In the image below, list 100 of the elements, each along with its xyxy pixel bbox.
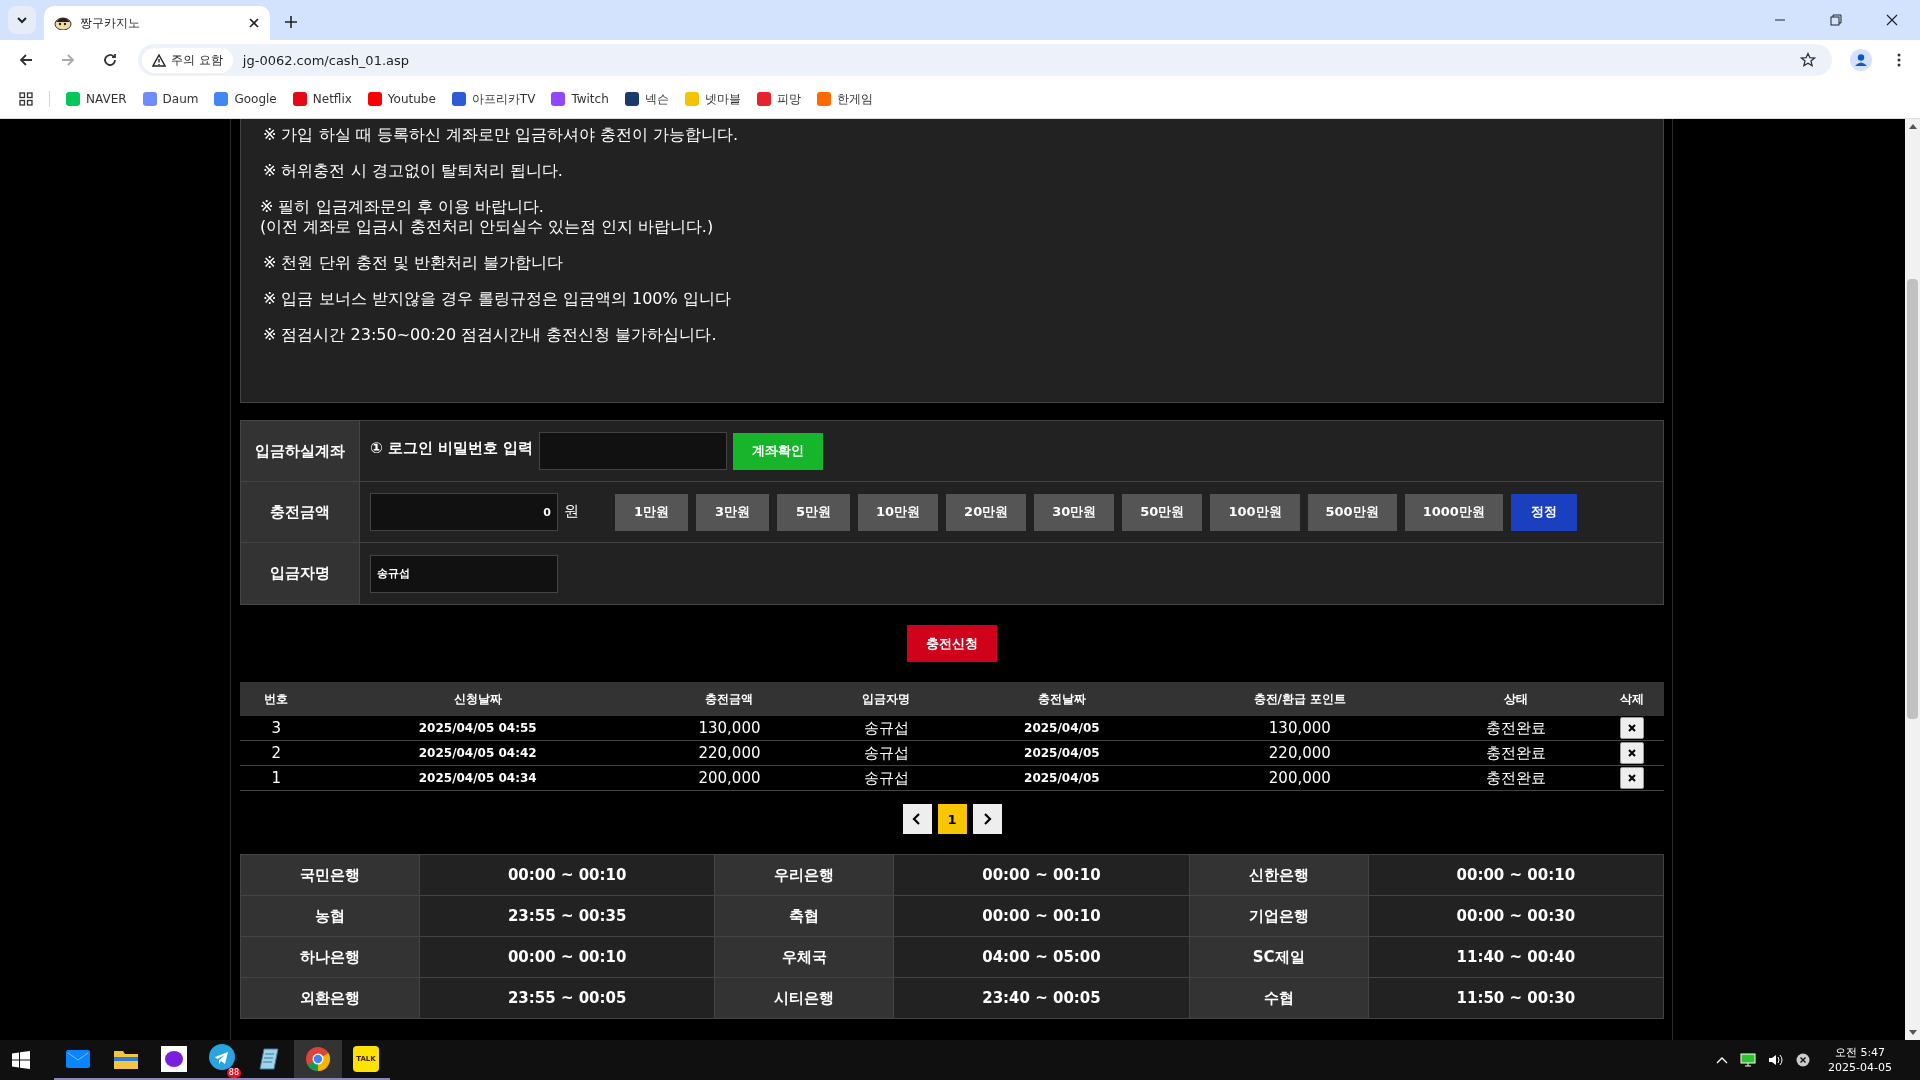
amount-button[interactable]: 1만원 bbox=[615, 493, 688, 531]
taskbar-app-button[interactable] bbox=[294, 1040, 342, 1080]
amount-button[interactable]: 5만원 bbox=[777, 493, 850, 531]
notice-text: ※ 가입 하실 때 등록하신 계좌로만 입금하셔야 충전이 가능합니다. bbox=[263, 125, 740, 145]
profile-icon[interactable] bbox=[1850, 49, 1872, 71]
amount-button[interactable]: 1000만원 bbox=[1404, 493, 1503, 531]
table-cell: 130,000 bbox=[1167, 716, 1433, 741]
apps-grid-icon[interactable] bbox=[19, 92, 33, 106]
bank-hours-cell: 23:55 ~ 00:05 bbox=[419, 977, 715, 1019]
password-field[interactable] bbox=[539, 432, 728, 470]
column-header: 상태 bbox=[1432, 682, 1600, 716]
bookmark-link[interactable]: Google bbox=[214, 92, 277, 106]
chrome-icon bbox=[305, 1046, 331, 1072]
app-logo-icon bbox=[161, 1046, 187, 1072]
submit-button[interactable]: 충전신청 bbox=[907, 625, 997, 662]
close-icon[interactable] bbox=[1886, 14, 1898, 26]
table-cell: 송규섭 bbox=[816, 765, 957, 791]
monitor-icon[interactable] bbox=[1740, 1053, 1757, 1067]
delete-button[interactable] bbox=[1620, 742, 1644, 764]
bank-name-cell: 농협 bbox=[240, 895, 420, 937]
close-circle-icon[interactable] bbox=[1796, 1053, 1811, 1067]
page-button[interactable]: 1 bbox=[937, 804, 967, 834]
amount-button[interactable]: 500만원 bbox=[1307, 493, 1397, 531]
bank-hours-cell: 00:00 ~ 00:30 bbox=[1368, 895, 1664, 937]
scroll-down-icon[interactable] bbox=[1908, 1030, 1917, 1036]
notice-text: ※ 점검시간 23:50~00:20 점검시간내 충전신청 불가하십니다. bbox=[263, 325, 718, 345]
bank-hours-cell: 23:55 ~ 00:35 bbox=[419, 895, 715, 937]
bookmark-link[interactable]: Daum bbox=[142, 92, 199, 106]
chevron-right-icon bbox=[982, 813, 992, 825]
bank-hours-cell: 23:40 ~ 00:05 bbox=[893, 977, 1190, 1019]
amount-button[interactable]: 50만원 bbox=[1122, 493, 1203, 531]
bookmark-link[interactable]: Twitch bbox=[551, 92, 609, 106]
bank-name-cell: 우체국 bbox=[714, 936, 894, 978]
table-cell: 2025/04/05 04:42 bbox=[312, 740, 643, 766]
column-header: 충전날짜 bbox=[956, 682, 1168, 716]
amount-button[interactable]: 100만원 bbox=[1210, 493, 1300, 531]
chevron-up-icon[interactable] bbox=[1716, 1056, 1729, 1064]
table-cell: 130,000 bbox=[642, 716, 817, 741]
folder-icon bbox=[114, 1049, 138, 1069]
form-label: 입금하실계좌 bbox=[241, 421, 360, 481]
delete-button[interactable] bbox=[1620, 717, 1644, 739]
bank-name-cell: 시티은행 bbox=[714, 977, 894, 1019]
address-bar[interactable]: 주의 요함 jg-0062.com/cash_01.asp bbox=[138, 44, 1832, 76]
scrollbar[interactable] bbox=[1905, 119, 1920, 1040]
column-header: 충전/환급 포인트 bbox=[1167, 682, 1433, 716]
security-warning-chip[interactable]: 주의 요함 bbox=[142, 47, 233, 73]
envelope-icon bbox=[66, 1050, 90, 1068]
amount-button[interactable]: 30만원 bbox=[1034, 493, 1115, 531]
bookmark-link[interactable]: NAVER bbox=[66, 92, 127, 106]
table-cell: 충전완료 bbox=[1432, 716, 1600, 741]
bookmark-link[interactable]: Netflix bbox=[292, 92, 352, 106]
menu-icon[interactable] bbox=[1896, 52, 1902, 68]
restore-icon[interactable] bbox=[1830, 14, 1842, 26]
amount-button[interactable]: 3만원 bbox=[696, 493, 769, 531]
bookmark-link[interactable]: 피망 bbox=[756, 90, 801, 108]
previous-page-button[interactable] bbox=[902, 804, 932, 834]
bank-name-cell: 신한은행 bbox=[1189, 854, 1369, 896]
form-label: 충전금액 bbox=[241, 482, 360, 542]
warning-icon bbox=[152, 53, 166, 67]
amount-button[interactable]: 10만원 bbox=[858, 493, 939, 531]
bank-name-cell: 하나은행 bbox=[240, 936, 420, 978]
notepad-icon bbox=[258, 1047, 282, 1071]
browser-tab[interactable]: 짱구카지노 bbox=[44, 6, 270, 40]
scroll-up-icon[interactable] bbox=[1908, 123, 1917, 129]
close-icon bbox=[1628, 774, 1636, 782]
next-page-button[interactable] bbox=[972, 804, 1002, 834]
new-tab-icon[interactable] bbox=[284, 15, 298, 29]
star-icon[interactable] bbox=[1800, 52, 1816, 68]
notice-text: ※ 필히 입금계좌문의 후 이용 바랍니다. (이전 계좌로 입금시 충전처리 안되실수 있는점 인지 바랍니다.) bbox=[260, 197, 715, 237]
depositor-field[interactable]: 송규섭 bbox=[370, 554, 558, 593]
bookmark-link[interactable]: Youtube bbox=[367, 92, 436, 106]
notification-badge: 88 bbox=[226, 1068, 241, 1078]
back-icon[interactable] bbox=[18, 52, 34, 68]
delete-button[interactable] bbox=[1620, 767, 1644, 789]
speaker-icon[interactable] bbox=[1768, 1053, 1785, 1067]
bank-hours-cell: 00:00 ~ 00:10 bbox=[893, 854, 1190, 896]
bank-hours-cell: 00:00 ~ 00:10 bbox=[419, 854, 715, 896]
amount-field[interactable]: 0 bbox=[370, 493, 558, 531]
start-icon[interactable] bbox=[12, 1051, 30, 1069]
table-cell: 1 bbox=[240, 765, 313, 791]
bank-hours-cell: 00:00 ~ 00:10 bbox=[419, 936, 715, 978]
notice-text: ※ 입금 보너스 받지않을 경우 롤링규정은 입금액의 100% 입니다 bbox=[263, 289, 732, 309]
bookmark-link[interactable]: 넥슨 bbox=[624, 90, 669, 108]
taskbar-app-button[interactable]: 88 bbox=[198, 1040, 246, 1080]
reload-icon[interactable] bbox=[102, 52, 118, 68]
close-icon[interactable] bbox=[248, 17, 260, 29]
amount-button[interactable]: 20만원 bbox=[946, 493, 1027, 531]
reset-button[interactable]: 정정 bbox=[1510, 493, 1577, 531]
table-cell: 2025/04/05 04:55 bbox=[312, 716, 643, 741]
bank-hours-cell: 11:50 ~ 00:30 bbox=[1368, 977, 1664, 1019]
chevron-down-icon bbox=[16, 14, 28, 26]
bookmark-link[interactable]: 한게임 bbox=[816, 90, 873, 108]
bank-hours-cell: 00:00 ~ 00:10 bbox=[1368, 854, 1664, 896]
bank-name-cell: 우리은행 bbox=[714, 854, 894, 896]
bookmark-link[interactable]: 아프리카TV bbox=[451, 90, 536, 108]
paper-plane-icon bbox=[209, 1044, 235, 1070]
column-header: 충전금액 bbox=[642, 682, 817, 716]
bookmark-link[interactable]: 넷마블 bbox=[684, 90, 741, 108]
tab-search-button[interactable] bbox=[8, 6, 36, 34]
taskbar-clock[interactable]: 오전 5:47 2025-04-05 bbox=[1828, 1045, 1892, 1075]
